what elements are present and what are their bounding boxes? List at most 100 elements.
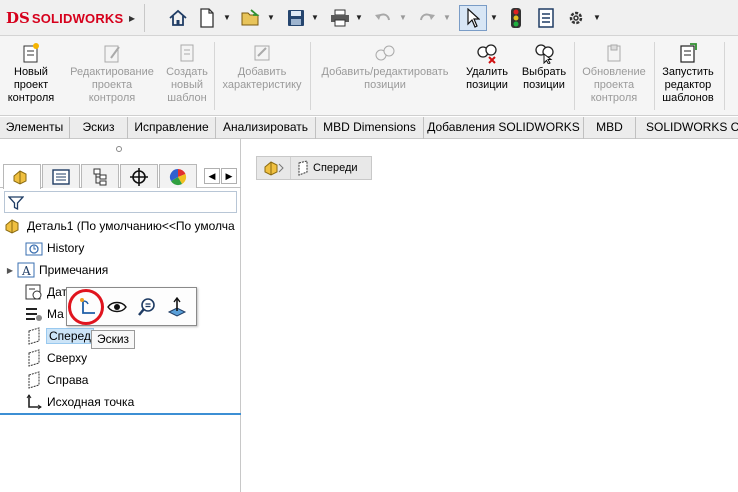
tree-item-label: Ма: [47, 307, 64, 321]
normal-to-icon: [167, 297, 187, 317]
redo-dropdown[interactable]: ▼: [442, 7, 452, 29]
ribbon-button-label: Создать новый шаблон: [166, 66, 208, 104]
hide-show-button[interactable]: [105, 295, 129, 319]
configuration-manager-icon: [93, 168, 107, 185]
crosshair-icon: [130, 167, 148, 186]
rebuild-button[interactable]: [506, 7, 526, 29]
update-project-icon: [607, 44, 621, 62]
plane-icon: [298, 160, 308, 176]
tab-display-manager[interactable]: [159, 164, 197, 188]
new-document-icon: [200, 8, 214, 28]
tab-dimxpert-manager[interactable]: [120, 164, 158, 188]
save-icon: [288, 10, 304, 26]
tab-property-manager[interactable]: [42, 164, 80, 188]
home-button[interactable]: [165, 7, 191, 29]
tree-item-annotations[interactable]: ▶ A Примечания: [4, 260, 108, 280]
options-button[interactable]: [565, 7, 587, 29]
select-dropdown[interactable]: ▼: [489, 7, 499, 29]
breadcrumb-plane-label: Спереди: [313, 162, 358, 174]
new-document-button[interactable]: [196, 7, 218, 29]
tree-item-label: Исходная точка: [47, 395, 135, 409]
tab-mbd[interactable]: MBD: [584, 117, 636, 139]
pane-splitter-handle[interactable]: [116, 146, 122, 152]
tab-mbd-dimensions[interactable]: MBD Dimensions: [316, 117, 424, 139]
tree-item-right-plane[interactable]: Справа: [12, 370, 88, 390]
new-document-dropdown[interactable]: ▼: [222, 7, 232, 29]
open-folder-icon: [241, 9, 260, 26]
print-icon: [331, 9, 349, 27]
open-button[interactable]: [238, 7, 264, 29]
tree-item-sensors[interactable]: Дат: [12, 282, 67, 302]
options-dropdown[interactable]: ▼: [592, 7, 602, 29]
traffic-light-icon: [511, 8, 521, 28]
tree-item-material[interactable]: Ма: [12, 304, 64, 324]
tree-item-label: History: [47, 241, 85, 255]
ds-logo-mark: DS: [6, 9, 30, 27]
new-template-icon: [180, 44, 194, 62]
title-bar: DS SOLIDWORKS ▸ ▼ ▼ ▼ ▼ ▼ ▼ ▼ ▼: [0, 0, 738, 36]
command-manager-tabs: Элементы Эскиз Исправление Анализировать…: [0, 117, 738, 139]
undo-dropdown[interactable]: ▼: [398, 7, 408, 29]
redo-button[interactable]: [416, 7, 438, 29]
ribbon-button-new-inspection-project[interactable]: Новый проект контроля: [0, 36, 62, 116]
select-balloons-icon: [535, 44, 554, 64]
normal-view-button[interactable]: [165, 295, 189, 319]
tree-item-label: Сверху: [47, 351, 88, 365]
breadcrumb-part[interactable]: [257, 157, 291, 179]
print-button[interactable]: [328, 7, 352, 29]
ribbon-divider: [724, 42, 725, 110]
menu-expand-arrow[interactable]: ▸: [125, 9, 139, 27]
open-dropdown[interactable]: ▼: [266, 7, 276, 29]
select-button[interactable]: [459, 5, 487, 31]
panel-tabs-scroll-left[interactable]: ◀: [204, 168, 220, 184]
panel-tabs-scroll-right[interactable]: ▶: [221, 168, 237, 184]
ribbon-button-delete-balloons[interactable]: Удалить позиции: [460, 36, 514, 116]
save-dropdown[interactable]: ▼: [310, 7, 320, 29]
tree-item-origin[interactable]: Исходная точка: [12, 392, 134, 412]
ribbon-button-label: Новый проект контроля: [7, 66, 55, 104]
tab-solidworks-cam[interactable]: SOLIDWORKS CA: [636, 117, 738, 139]
tree-item-front-plane[interactable]: Сперед: [12, 326, 94, 346]
solidworks-logo[interactable]: DS SOLIDWORKS: [6, 9, 123, 27]
ribbon-button-new-template[interactable]: Создать новый шаблон: [162, 36, 212, 116]
select-arrow-icon: [467, 8, 480, 28]
part-icon: [5, 219, 19, 234]
ribbon-button-add-characteristic[interactable]: Добавить характеристику: [216, 36, 308, 116]
tab-feature-manager[interactable]: [3, 164, 41, 189]
tree-item-history[interactable]: History: [12, 238, 84, 258]
file-properties-button[interactable]: [535, 7, 557, 29]
sensors-icon: [25, 284, 42, 300]
tab-evaluate[interactable]: Анализировать: [216, 117, 316, 139]
ribbon-button-label: Удалить позиции: [466, 66, 508, 91]
plane-icon: [28, 371, 40, 389]
tree-item-label: Сперед: [46, 328, 94, 344]
ribbon-divider: [310, 42, 311, 110]
tab-configuration-manager[interactable]: [81, 164, 119, 188]
tab-direct-editing[interactable]: Исправление: [128, 117, 216, 139]
ribbon-button-add-edit-balloons[interactable]: Добавить/редактировать позиции: [312, 36, 458, 116]
origin-icon: [26, 394, 42, 410]
expand-arrow-icon[interactable]: ▶: [4, 266, 16, 275]
svg-text:A: A: [21, 264, 31, 278]
rollback-bar[interactable]: [0, 413, 241, 415]
feature-tree-filter[interactable]: [4, 191, 237, 213]
normal-to-button[interactable]: [135, 295, 159, 319]
history-folder-icon: [25, 242, 43, 256]
ribbon-button-template-editor[interactable]: Запустить редактор шаблонов: [656, 36, 720, 116]
tab-sketch[interactable]: Эскиз: [70, 117, 128, 139]
ribbon-button-edit-inspection-project[interactable]: Редактирование проекта контроля: [64, 36, 160, 116]
print-dropdown[interactable]: ▼: [354, 7, 364, 29]
eye-icon: [107, 301, 127, 313]
ribbon-button-select-balloons[interactable]: Выбрать позиции: [516, 36, 572, 116]
undo-button[interactable]: [372, 7, 394, 29]
appearance-sphere-icon: [169, 168, 187, 185]
tab-solidworks-addins[interactable]: Добавления SOLIDWORKS: [424, 117, 584, 139]
ribbon-button-label: Добавить/редактировать позиции: [321, 66, 449, 91]
tab-features[interactable]: Элементы: [0, 117, 70, 139]
tree-item-top-plane[interactable]: Сверху: [12, 348, 87, 368]
ribbon-button-update-project[interactable]: Обновление проекта контроля: [576, 36, 652, 116]
tree-root-part[interactable]: Деталь1 (По умолчанию<<По умолча: [4, 216, 235, 236]
breadcrumb-plane[interactable]: Спереди: [291, 160, 358, 176]
edit-inspection-project-icon: [104, 45, 120, 63]
save-button[interactable]: [284, 7, 308, 29]
